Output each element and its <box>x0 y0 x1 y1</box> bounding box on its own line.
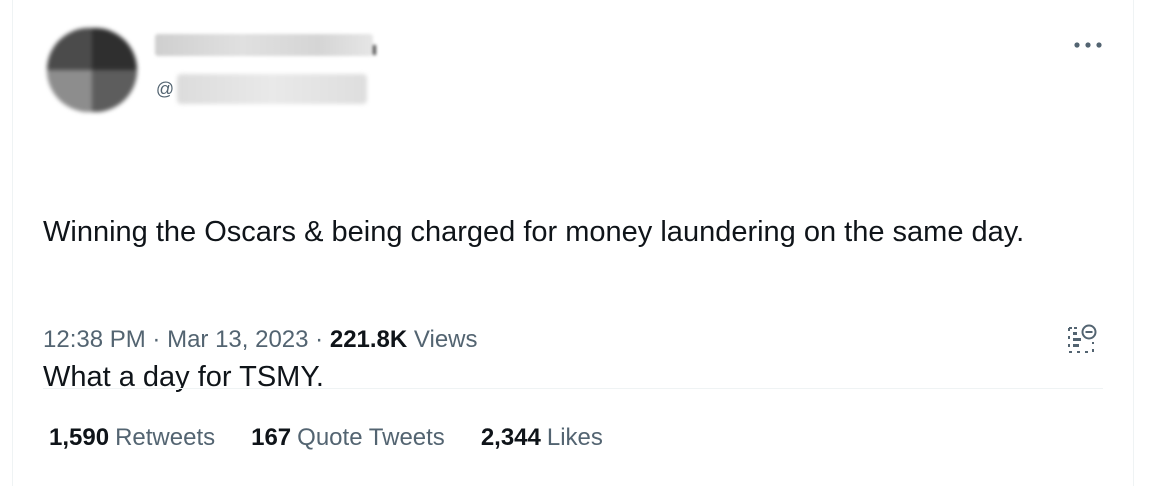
avatar[interactable] <box>47 28 137 112</box>
at-symbol: @ <box>155 78 175 99</box>
views-label: Views <box>413 326 478 353</box>
meta-separator: · <box>152 326 161 353</box>
tweet-card: @ Winning the Oscars & being charged for… <box>12 0 1134 486</box>
tweet-date[interactable]: Mar 13, 2023 <box>167 326 308 353</box>
likes-stat[interactable]: 2,344 Likes <box>481 422 603 454</box>
tweet-text-line-2: What a day for TSMY. <box>43 361 324 393</box>
view-analytics-icon <box>1068 324 1097 353</box>
meta-separator: · <box>315 326 324 353</box>
retweets-stat[interactable]: 1,590 Retweets <box>49 422 215 454</box>
more-horizontal-icon <box>1074 42 1102 48</box>
quote-tweets-label: Quote Tweets <box>297 424 445 451</box>
view-analytics-button[interactable] <box>1061 318 1103 360</box>
tweet-time[interactable]: 12:38 PM <box>43 326 146 353</box>
engagement-stats: 1,590 Retweets 167 Quote Tweets 2,344 Likes <box>49 422 603 454</box>
divider <box>43 388 1103 389</box>
likes-count: 2,344 <box>480 424 541 451</box>
tweet-text: Winning the Oscars & being charged for m… <box>43 142 1103 467</box>
retweets-count: 1,590 <box>49 424 110 451</box>
author-name-blurred[interactable] <box>155 34 376 56</box>
views-count: 221.8K <box>329 326 408 353</box>
quote-tweets-stat[interactable]: 167 Quote Tweets <box>251 422 445 454</box>
tweet-metadata: 12:38 PM · Mar 13, 2023 · 221.8K Views <box>43 324 478 356</box>
author-handle-blurred <box>177 74 367 104</box>
author-handle[interactable]: @ <box>155 74 367 104</box>
retweets-label: Retweets <box>115 424 216 451</box>
tweet-text-line-1: Winning the Oscars & being charged for m… <box>43 216 1025 248</box>
likes-label: Likes <box>546 424 603 451</box>
quote-tweets-count: 167 <box>251 424 292 451</box>
more-options-button[interactable] <box>1071 30 1105 60</box>
